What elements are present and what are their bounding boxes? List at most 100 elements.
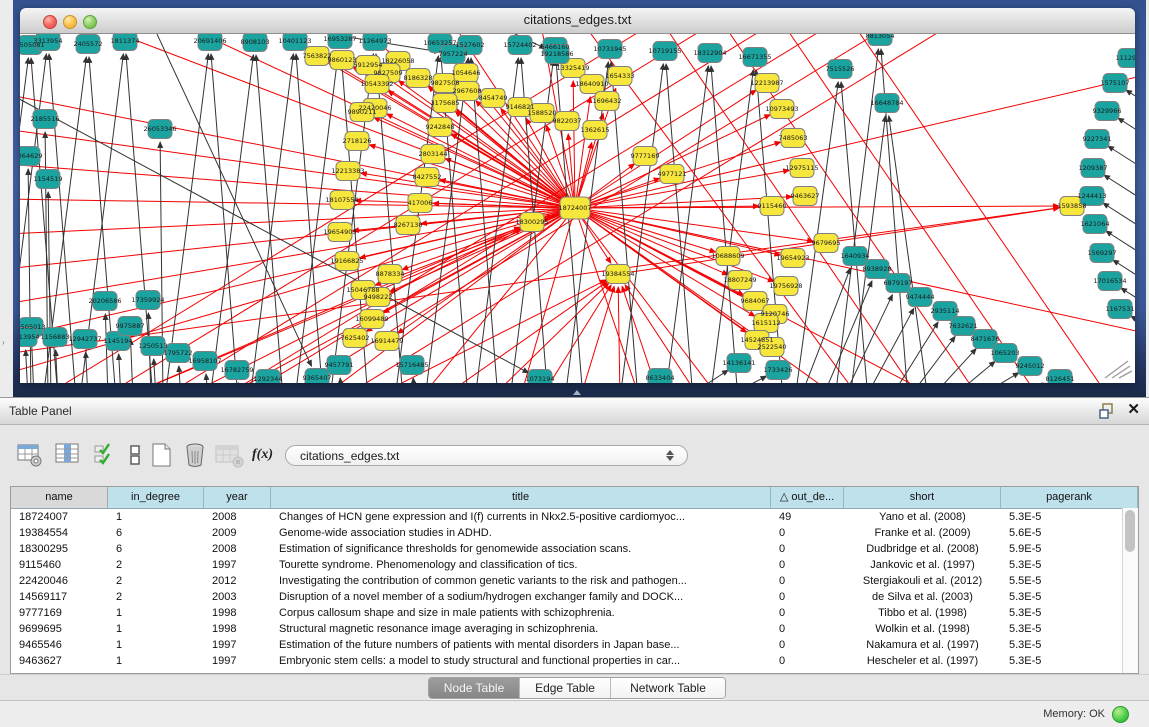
memory-status-label: Memory: OK (1043, 708, 1105, 720)
graph-edge[interactable] (930, 349, 976, 383)
column-header-0[interactable]: name (11, 487, 108, 508)
column-header-5[interactable]: short (844, 487, 1001, 508)
graph-node-label: 15716485 (395, 361, 428, 369)
graph-node-label: 1696432 (593, 97, 622, 105)
graph-edge[interactable] (154, 359, 156, 383)
collapsed-control-panel-strip[interactable]: › (0, 0, 14, 397)
table-scrollbar-thumb[interactable] (1125, 510, 1135, 552)
graph-node-label: 9245012 (1016, 362, 1045, 370)
graph-node-label: 16914479 (370, 337, 403, 345)
graph-edge[interactable] (780, 34, 1040, 383)
table-row[interactable]: 911546021997Tourette syndrome. Phenomeno… (11, 557, 1138, 573)
network-window-titlebar[interactable]: citations_edges.txt (20, 8, 1135, 34)
graph-edge[interactable] (369, 145, 575, 208)
graph-edge[interactable] (206, 374, 208, 383)
graph-edge[interactable] (86, 352, 88, 383)
graph-edge[interactable] (361, 173, 575, 208)
network-canvas[interactable]: 1872400718226058982750981863289827508105… (20, 34, 1135, 383)
graph-edge[interactable] (975, 373, 1019, 383)
table-row[interactable]: 977716911998Corpus callosum shape and si… (11, 605, 1138, 621)
paired-view-icon[interactable] (122, 441, 150, 469)
graph-node-label: 1811374 (111, 37, 140, 45)
table-row[interactable]: 1938455462009Genome-wide association stu… (11, 525, 1138, 541)
graph-edge[interactable] (575, 208, 840, 383)
table-row[interactable]: 2242004622012Investigating the contribut… (11, 573, 1138, 589)
graph-edge[interactable] (131, 339, 133, 383)
graph-edge[interactable] (220, 34, 840, 383)
tab-edge-table[interactable]: Edge Table (520, 678, 611, 698)
table-row[interactable]: 1830029562008Estimation of significance … (11, 541, 1138, 557)
table-scrollbar[interactable] (1122, 508, 1138, 673)
column-header-1[interactable]: in_degree (108, 487, 204, 508)
graph-edge[interactable] (580, 34, 860, 383)
table-row[interactable]: 969969511998Structural magnetic resonanc… (11, 621, 1138, 637)
graph-edge[interactable] (210, 55, 253, 383)
graph-node-label: 1112905 (1116, 54, 1135, 62)
table-cell: 0 (771, 589, 844, 605)
graph-node-label: 1167531 (1106, 305, 1135, 313)
graph-edge[interactable] (1131, 316, 1135, 357)
graph-node-label: 1292344 (254, 375, 283, 383)
graph-edge[interactable] (618, 287, 620, 383)
node-table-header: namein_degreeyeartitle△ out_de...shortpa… (11, 487, 1138, 509)
graph-edge[interactable] (1126, 90, 1135, 131)
column-header-3[interactable]: title (271, 487, 771, 508)
graph-node-label: 1145194 (104, 337, 133, 345)
graph-node-label: 2803144 (419, 150, 448, 158)
graph-edge[interactable] (256, 55, 283, 383)
close-panel-icon[interactable]: ✕ (1127, 401, 1140, 419)
tab-network-table[interactable]: Network Table (611, 678, 725, 698)
graph-node-label: 18640910 (575, 80, 608, 88)
show-columns-icon[interactable] (54, 441, 82, 469)
graph-edge[interactable] (295, 52, 338, 383)
network-view-window[interactable]: citations_edges.txt 18724007182260589827… (20, 8, 1135, 382)
graph-edge[interactable] (179, 366, 181, 383)
graph-edge[interactable] (580, 286, 614, 383)
graph-edge[interactable] (575, 208, 640, 383)
graph-edge[interactable] (1104, 175, 1135, 216)
graph-edge[interactable] (723, 376, 767, 383)
graph-edge[interactable] (822, 281, 872, 383)
graph-edge[interactable] (119, 354, 121, 383)
graph-edge[interactable] (1108, 146, 1135, 187)
graph-edge[interactable] (26, 350, 28, 383)
graph-edge[interactable] (420, 208, 575, 383)
graph-edge[interactable] (890, 322, 938, 383)
column-header-6[interactable]: pagerank (1001, 487, 1138, 508)
table-cell: 0 (771, 605, 844, 621)
float-panel-icon[interactable] (1099, 403, 1115, 419)
graph-edge[interactable] (20, 208, 575, 304)
application-window: › citations_edges.txt 187240071822605898… (0, 0, 1149, 727)
graph-node-label: 8267130 (394, 221, 423, 229)
table-cell: 5.3E-5 (1001, 589, 1138, 605)
delete-column-icon[interactable] (182, 441, 210, 469)
graph-edge[interactable] (165, 54, 208, 383)
panel-expand-handle-icon[interactable]: › (2, 338, 5, 347)
graph-node-label: 1527602 (456, 41, 485, 49)
graph-edge[interactable] (413, 378, 415, 383)
splitter-handle-icon[interactable] (573, 390, 581, 395)
table-row[interactable]: 946362711997Embryonic stem cells: a mode… (11, 653, 1138, 669)
graph-node-label: 9777169 (631, 152, 660, 160)
column-header-2[interactable]: year (204, 487, 271, 508)
table-row[interactable]: 1456911722003Disruption of a novel membe… (11, 589, 1138, 605)
table-options-icon[interactable] (16, 441, 44, 469)
graph-node-label: 9679695 (812, 239, 841, 247)
function-builder-icon[interactable]: f(x) (252, 441, 280, 475)
table-row[interactable]: 1872400712008Changes of HCN gene express… (11, 509, 1138, 525)
table-selector-dropdown[interactable]: citations_edges.txt (285, 445, 688, 466)
new-column-icon[interactable] (148, 441, 176, 469)
graph-edge[interactable] (211, 54, 238, 383)
graph-edge[interactable] (1118, 118, 1135, 159)
graph-node-label: 9120746 (761, 310, 790, 318)
graph-edge[interactable] (795, 82, 838, 383)
column-header-4[interactable]: △ out_de... (771, 487, 844, 508)
graph-edge[interactable] (20, 199, 575, 208)
row-selection-icon[interactable] (92, 441, 120, 469)
table-cell: 9463627 (11, 653, 108, 669)
graph-node-label: 17016534 (1093, 277, 1126, 285)
table-cell: 2 (108, 573, 204, 589)
tab-node-table[interactable]: Node Table (429, 678, 520, 698)
table-row[interactable]: 946554611997Estimation of the future num… (11, 637, 1138, 653)
graph-node-label: 7957224 (439, 50, 468, 58)
